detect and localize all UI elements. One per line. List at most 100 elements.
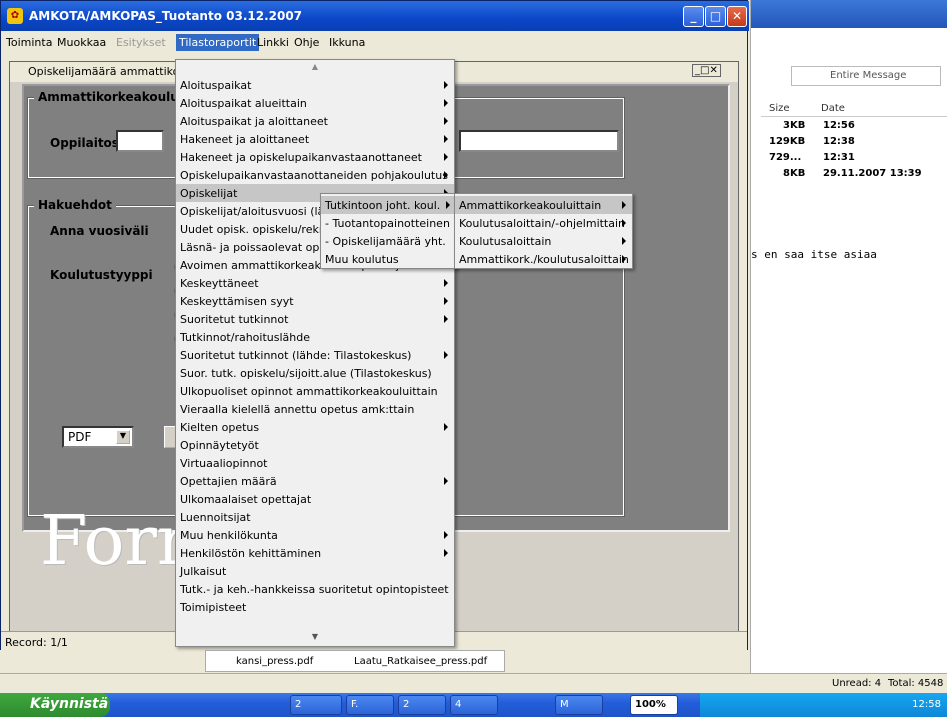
clock: 12:58 [912,699,941,710]
report-menu-item[interactable]: Hakeneet ja opiskelupaikanvastaanottanee… [176,148,454,166]
taskbar-button[interactable]: 2 [398,695,446,715]
scroll-up-icon[interactable]: ▲ [176,62,454,74]
taskbar-button[interactable]: 2 [290,695,342,715]
report-menu-item[interactable]: Ulkopuoliset opinnot ammattikorkeakoului… [176,382,454,400]
menu-toiminta[interactable]: Toiminta [3,36,55,49]
report-menu-item-label: Suoritetut tutkinnot [180,313,289,326]
report-menu-item[interactable]: Aloituspaikat [176,76,454,94]
tutkintoon-submenu-item[interactable]: Koulutusaloittain [455,232,632,250]
opiskelijat-submenu-item[interactable]: - Opiskelijamäärä yht. [321,232,456,250]
report-menu-item[interactable]: Kielten opetus [176,418,454,436]
mail-row[interactable]: 729... 12:31 [761,152,947,168]
report-menu-item-label: Opinnäytetyöt [180,439,259,452]
report-menu-item[interactable]: Tutkinnot/rahoituslähde [176,328,454,346]
taskbar: Käynnistä 2 F. 2 4 M 100% 12:58 [0,693,947,717]
submenu-arrow-icon [444,315,448,323]
mail-row[interactable]: 3KB 12:56 [761,120,947,136]
col-size[interactable]: Size [769,103,790,114]
total-count: Total: 4548 [888,678,944,689]
taskbar-button[interactable]: M [555,695,603,715]
mail-titlebar [751,0,947,28]
report-menu-item[interactable]: Opinnäytetyöt [176,436,454,454]
zoom-level[interactable]: 100% [630,695,678,715]
menu-linkki[interactable]: Linkki [254,36,292,49]
submenu-arrow-icon [622,219,626,227]
opiskelijat-submenu-item[interactable]: Tutkintoon joht. koul. [321,196,456,214]
report-menu-item[interactable]: Aloituspaikat ja aloittaneet [176,112,454,130]
submenu-arrow-icon [444,279,448,287]
report-menu-item-label: Opettajien määrä [180,475,277,488]
tilastoraportit-menu: ▲ Aloituspaikat Aloituspaikat alueittain A… [175,59,455,647]
report-menu-item[interactable]: Opettajien määrä [176,472,454,490]
tutkintoon-submenu-item[interactable]: Ammattikork./koulutusaloittain [455,250,632,268]
submenu-arrow-icon [444,171,448,179]
tutkintoon-submenu-item-label: Ammattikork./koulutusaloittain [459,253,629,266]
report-menu-item[interactable]: Opiskelupaikanvastaanottaneiden pohjakou… [176,166,454,184]
menu-tilastoraportit[interactable]: Tilastoraportit [176,34,260,51]
submenu-arrow-icon [444,477,448,485]
opiskelijat-submenu-item-label: Muu koulutus [325,253,399,266]
opiskelijat-submenu-item[interactable]: Muu koulutus [321,250,456,268]
report-menu-item-label: Virtuaaliopinnot [180,457,268,470]
minimize-button[interactable]: _ [683,6,704,27]
maximize-button[interactable]: □ [705,6,726,27]
report-menu-item[interactable]: Aloituspaikat alueittain [176,94,454,112]
report-menu-item[interactable]: Luennoitsijat [176,508,454,526]
mail-search-input[interactable]: Entire Message [791,66,941,86]
report-menu-item-label: Aloituspaikat alueittain [180,97,307,110]
report-menu-item-label: Tutkinnot/rahoituslähde [180,331,311,344]
window-title: AMKOTA/AMKOPAS_Tuotanto 03.12.2007 [29,9,303,23]
report-menu-item-label: Luennoitsijat [180,511,251,524]
app-icon: ✿ [7,8,23,24]
mail-row[interactable]: 8KB 29.11.2007 13:39 [761,168,947,184]
submenu-arrow-icon [444,99,448,107]
report-menu-item-label: Toimipisteet [180,601,247,614]
report-menu-item-label: Uudet opisk. opiskelu/rekryt [180,223,335,236]
chevron-down-icon[interactable]: ▼ [116,430,130,444]
report-menu-item-label: Opiskelijat [180,187,238,200]
pdf-attachment[interactable]: Laatu_Ratkaisee_press.pdf [354,656,487,667]
menu-ikkuna[interactable]: Ikkuna [326,36,368,49]
report-menu-item[interactable]: Suor. tutk. opiskelu/sijoitt.alue (Tilas… [176,364,454,382]
report-menu-item-label: Kielten opetus [180,421,260,434]
report-menu-item-label: Henkilöstön kehittäminen [180,547,322,560]
close-button[interactable]: ✕ [727,6,747,27]
title-bar: ✿ AMKOTA/AMKOPAS_Tuotanto 03.12.2007 _ □… [1,1,749,31]
taskbar-button[interactable]: F. [346,695,394,715]
report-menu-item[interactable]: Keskeyttämisen syyt [176,292,454,310]
report-menu-item[interactable]: Tutk.- ja keh.-hankkeissa suoritetut opi… [176,580,454,598]
oppilaitos-code-field[interactable] [116,130,164,152]
report-menu-item[interactable]: Suoritetut tutkinnot [176,310,454,328]
col-date[interactable]: Date [821,103,845,114]
start-button[interactable]: Käynnistä [0,693,110,717]
scroll-down-icon[interactable]: ▼ [176,632,454,644]
tutkintoon-submenu-item[interactable]: Koulutusaloittain/-ohjelmittain [455,214,632,232]
report-menu-item[interactable]: Toimipisteet [176,598,454,616]
report-menu-item[interactable]: Julkaisut [176,562,454,580]
mail-list-header: Size Date [761,103,947,117]
pdf-attachment[interactable]: kansi_press.pdf [236,656,313,667]
menu-esitykset[interactable]: Esitykset [113,36,169,49]
report-menu-item[interactable]: Vieraalla kielellä annettu opetus amk:tt… [176,400,454,418]
menu-ohje[interactable]: Ohje [291,36,322,49]
report-menu-item-label: Muu henkilökunta [180,529,278,542]
report-menu-item[interactable]: Virtuaaliopinnot [176,454,454,472]
taskbar-button[interactable]: 4 [450,695,498,715]
submenu-arrow-icon [444,531,448,539]
report-menu-item[interactable]: Henkilöstön kehittäminen [176,544,454,562]
tutkintoon-submenu-item[interactable]: Ammattikorkeakouluittain [455,196,632,214]
format-select[interactable]: PDF ▼ [62,426,134,448]
opiskelijat-submenu-item-label: - Opiskelijamäärä yht. [325,235,446,248]
report-menu-item[interactable]: Suoritetut tutkinnot (lähde: Tilastokesk… [176,346,454,364]
report-menu-item[interactable]: Hakeneet ja aloittaneet [176,130,454,148]
report-menu-item[interactable]: Ulkomaalaiset opettajat [176,490,454,508]
menu-muokkaa[interactable]: Muokkaa [54,36,109,49]
oppilaitos-name-field[interactable] [459,130,619,152]
report-menu-item[interactable]: Keskeyttäneet [176,274,454,292]
mail-row[interactable]: 129KB 12:38 [761,136,947,152]
report-menu-item[interactable]: Muu henkilökunta [176,526,454,544]
mail-preview-text: s en saa itse asiaa [751,248,877,261]
report-menu-item-label: Aloituspaikat [180,79,252,92]
opiskelijat-submenu-item[interactable]: - Tuotantopainotteinen [321,214,456,232]
form-window-controls[interactable]: _□✕ [692,64,721,77]
